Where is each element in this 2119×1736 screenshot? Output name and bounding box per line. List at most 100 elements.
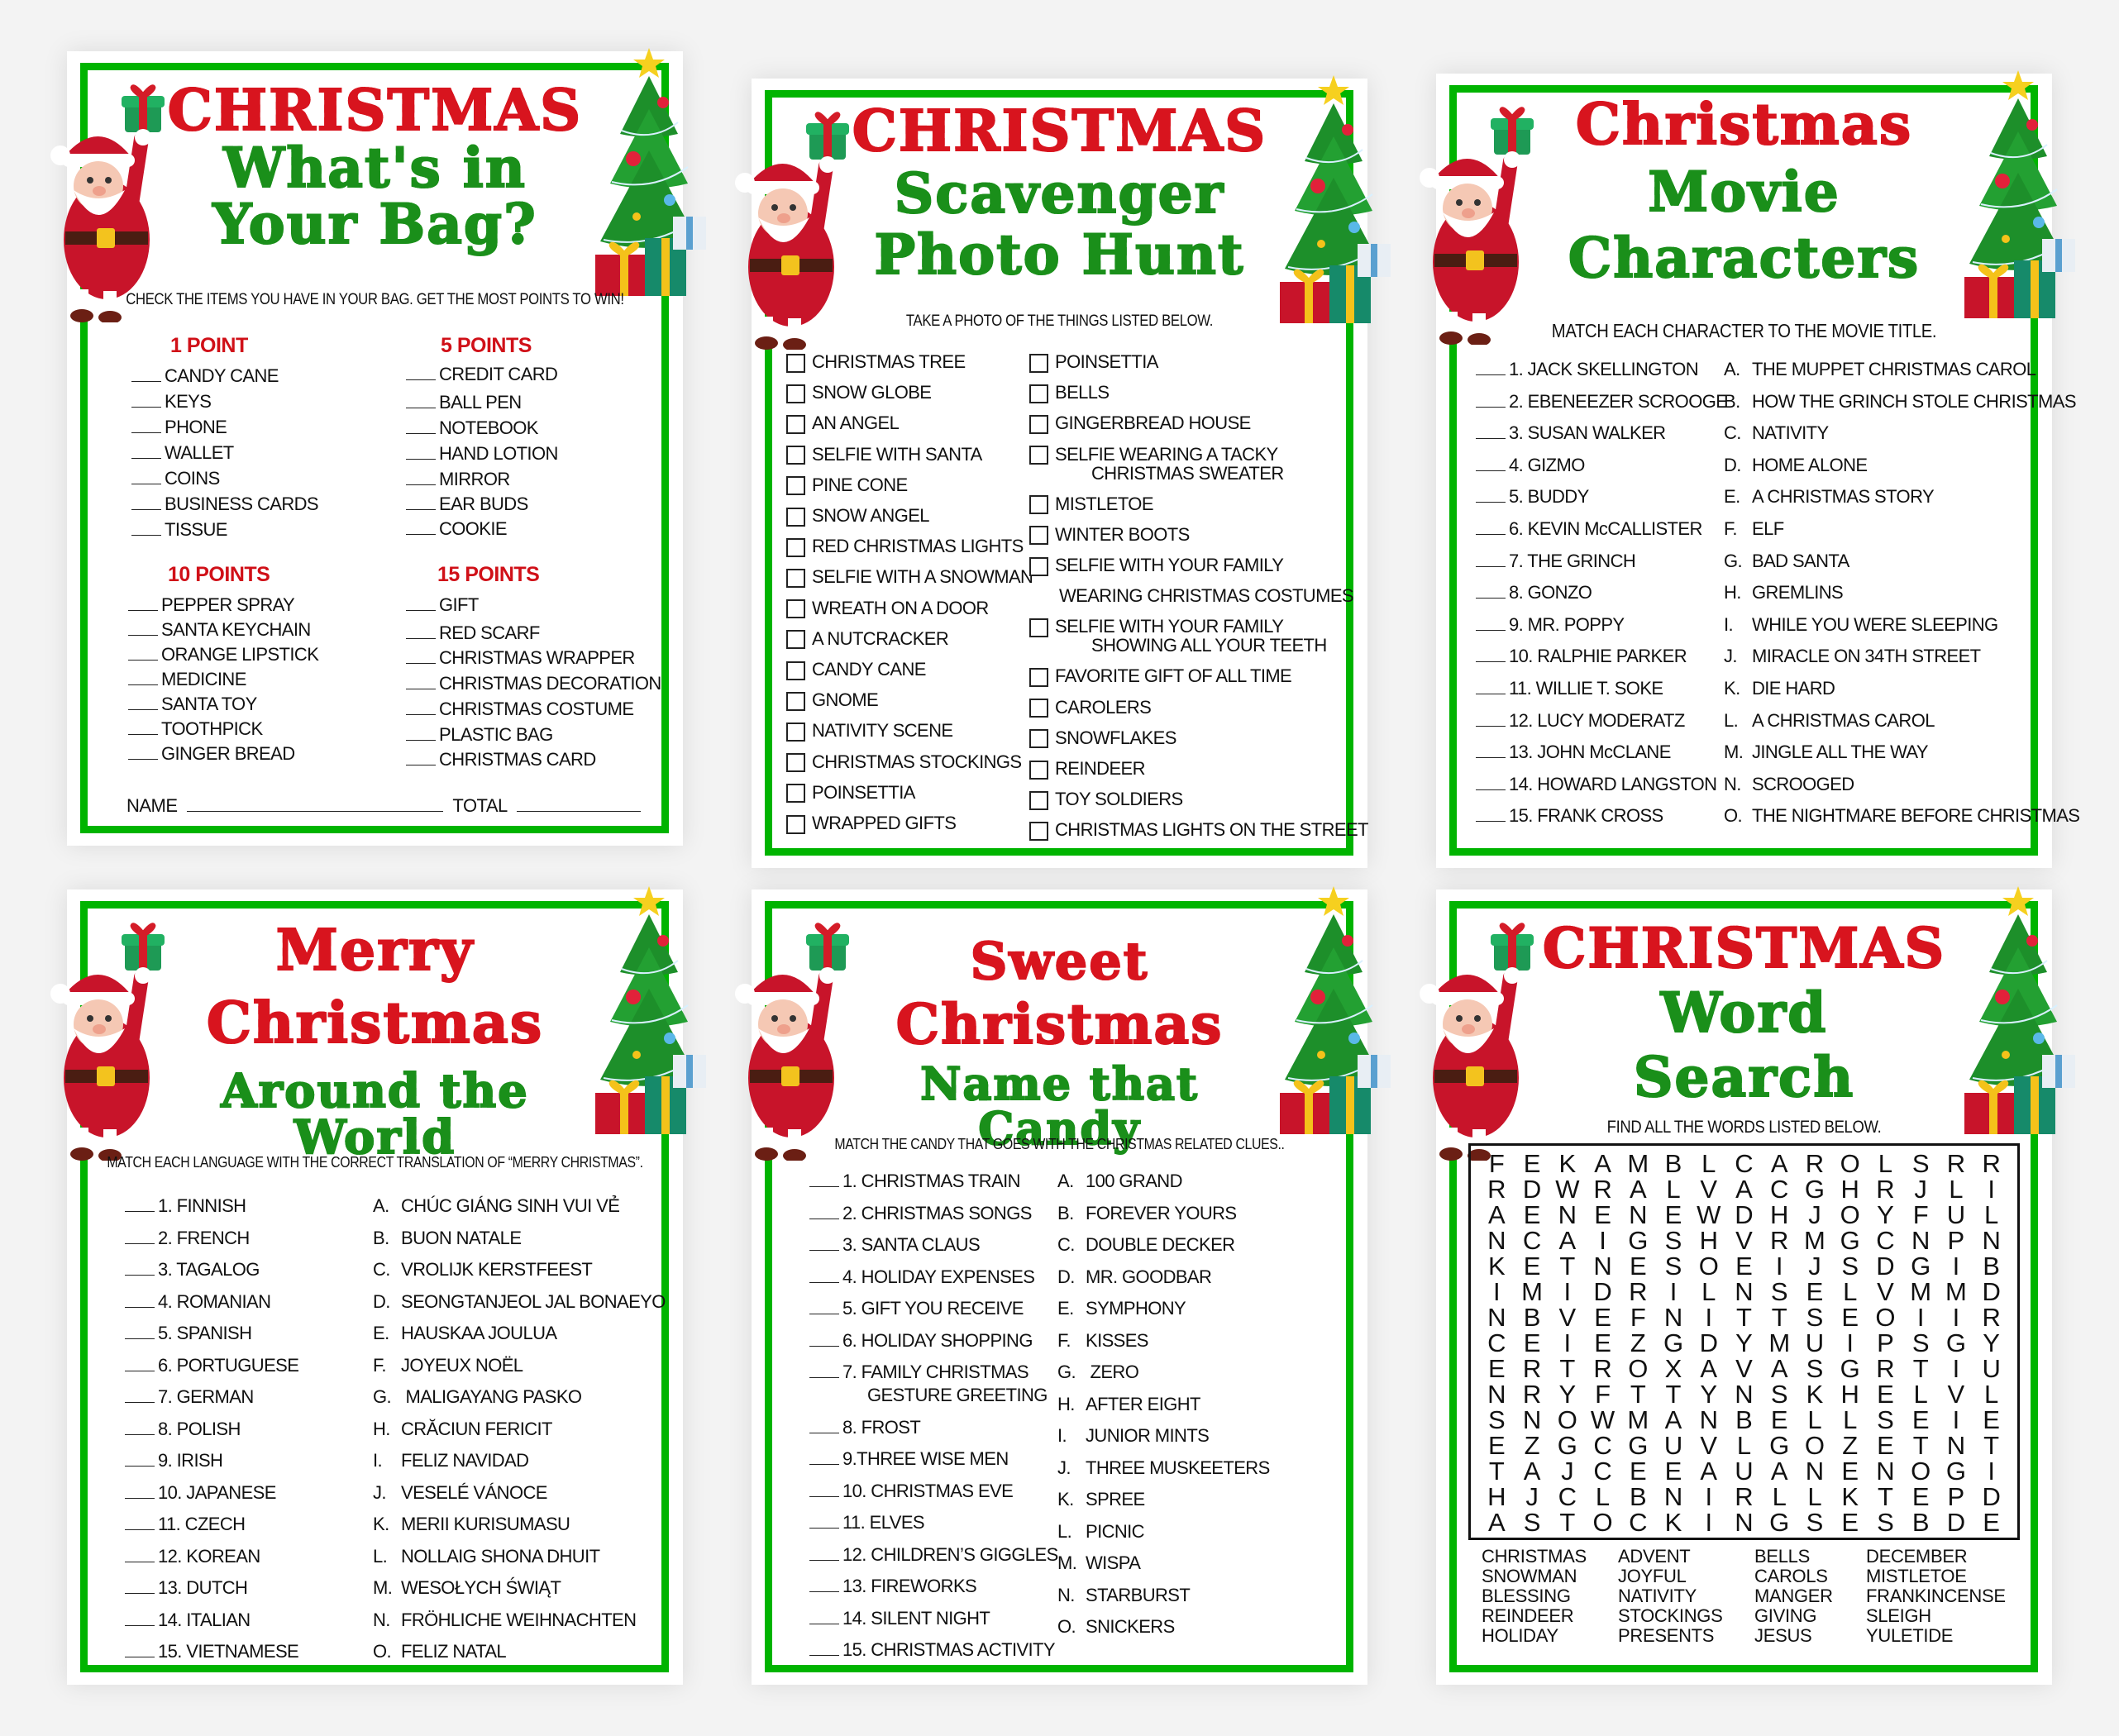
answer-blank[interactable] <box>809 1376 839 1378</box>
grid-letter[interactable]: A <box>1771 1356 1788 1381</box>
grid-letter[interactable]: V <box>1700 1176 1717 1202</box>
grid-letter[interactable]: N <box>1593 1253 1611 1279</box>
grid-letter[interactable]: R <box>1523 1356 1541 1381</box>
grid-letter[interactable]: L <box>1773 1484 1787 1509</box>
answer-blank[interactable] <box>131 432 161 433</box>
grid-letter[interactable]: V <box>1700 1433 1717 1458</box>
checkbox[interactable] <box>1029 415 1048 435</box>
answer-blank[interactable] <box>809 1345 839 1347</box>
grid-letter[interactable]: E <box>1594 1304 1611 1330</box>
grid-letter[interactable]: N <box>1487 1304 1506 1330</box>
grid-letter[interactable]: P <box>1948 1484 1965 1509</box>
grid-letter[interactable]: R <box>1982 1151 2000 1176</box>
answer-blank[interactable] <box>128 609 158 611</box>
grid-letter[interactable]: S <box>1877 1407 1894 1433</box>
grid-letter[interactable]: O <box>1805 1433 1825 1458</box>
grid-letter[interactable]: I <box>1988 1458 1995 1484</box>
grid-letter[interactable]: G <box>1840 1228 1860 1253</box>
grid-letter[interactable]: R <box>1593 1356 1611 1381</box>
grid-letter[interactable]: L <box>1596 1484 1610 1509</box>
grid-letter[interactable]: N <box>1735 1279 1753 1304</box>
grid-letter[interactable]: E <box>1912 1407 1930 1433</box>
grid-letter[interactable]: T <box>1983 1433 1999 1458</box>
answer-blank[interactable] <box>809 1281 839 1283</box>
answer-blank[interactable] <box>125 1656 155 1657</box>
checkbox[interactable] <box>1029 699 1048 718</box>
grid-letter[interactable]: G <box>1769 1433 1789 1458</box>
grid-letter[interactable]: N <box>1487 1381 1506 1407</box>
answer-blank[interactable] <box>131 508 161 510</box>
grid-letter[interactable]: E <box>1841 1304 1859 1330</box>
answer-blank[interactable] <box>1476 374 1506 375</box>
checkbox[interactable] <box>786 723 805 742</box>
checkbox[interactable] <box>786 537 805 557</box>
grid-letter[interactable]: E <box>1841 1509 1859 1535</box>
grid-letter[interactable]: I <box>1953 1407 1960 1433</box>
checkbox[interactable] <box>786 446 805 465</box>
grid-letter[interactable]: R <box>1487 1176 1506 1202</box>
grid-letter[interactable]: I <box>1670 1279 1678 1304</box>
grid-letter[interactable]: E <box>1665 1458 1682 1484</box>
grid-letter[interactable]: I <box>1776 1253 1783 1279</box>
answer-blank[interactable] <box>125 1529 155 1530</box>
grid-letter[interactable]: I <box>1564 1330 1572 1356</box>
answer-blank[interactable] <box>809 1495 839 1497</box>
grid-letter[interactable]: S <box>1877 1509 1894 1535</box>
grid-letter[interactable]: V <box>1558 1304 1576 1330</box>
grid-letter[interactable]: E <box>1594 1330 1611 1356</box>
grid-letter[interactable]: Z <box>1525 1433 1540 1458</box>
grid-letter[interactable]: H <box>1487 1484 1506 1509</box>
grid-letter[interactable]: E <box>1630 1458 1647 1484</box>
answer-blank[interactable] <box>128 733 158 735</box>
grid-letter[interactable]: X <box>1665 1356 1682 1381</box>
grid-letter[interactable]: U <box>1664 1433 1682 1458</box>
grid-letter[interactable]: L <box>1878 1151 1892 1176</box>
grid-letter[interactable]: C <box>1735 1151 1753 1176</box>
grid-letter[interactable]: A <box>1488 1509 1506 1535</box>
grid-letter[interactable]: R <box>1806 1151 1824 1176</box>
grid-letter[interactable]: C <box>1558 1484 1577 1509</box>
grid-letter[interactable]: G <box>1769 1509 1789 1535</box>
grid-letter[interactable]: T <box>1878 1484 1893 1509</box>
grid-letter[interactable]: F <box>1489 1151 1505 1176</box>
grid-letter[interactable]: I <box>1564 1279 1572 1304</box>
grid-letter[interactable]: J <box>1914 1176 1927 1202</box>
answer-blank[interactable] <box>406 508 436 510</box>
grid-letter[interactable]: D <box>1876 1253 1894 1279</box>
grid-letter[interactable]: A <box>1524 1458 1541 1484</box>
answer-blank[interactable] <box>128 758 158 760</box>
grid-letter[interactable]: S <box>1524 1509 1541 1535</box>
answer-blank[interactable] <box>1476 437 1506 440</box>
answer-blank[interactable] <box>131 380 161 382</box>
answer-blank[interactable] <box>809 1591 839 1592</box>
grid-letter[interactable]: W <box>1591 1407 1615 1433</box>
grid-letter[interactable]: L <box>1807 1407 1821 1433</box>
grid-letter[interactable]: W <box>1555 1176 1579 1202</box>
grid-letter[interactable]: R <box>1629 1279 1647 1304</box>
grid-letter[interactable]: G <box>1946 1330 1966 1356</box>
checkbox[interactable] <box>786 353 805 373</box>
grid-letter[interactable]: I <box>1493 1279 1501 1304</box>
answer-blank[interactable] <box>128 708 158 710</box>
grid-letter[interactable]: A <box>1488 1202 1506 1228</box>
grid-letter[interactable]: B <box>1912 1509 1930 1535</box>
grid-letter[interactable]: G <box>1946 1458 1966 1484</box>
answer-blank[interactable] <box>125 1592 155 1594</box>
answer-blank[interactable] <box>406 484 436 485</box>
grid-letter[interactable]: S <box>1806 1509 1824 1535</box>
answer-blank[interactable] <box>131 534 161 536</box>
answer-blank[interactable] <box>125 1433 155 1435</box>
grid-letter[interactable]: S <box>1665 1228 1682 1253</box>
grid-letter[interactable]: H <box>1841 1176 1859 1202</box>
answer-blank[interactable] <box>131 483 161 484</box>
grid-letter[interactable]: K <box>1558 1151 1576 1176</box>
grid-letter[interactable]: V <box>1735 1356 1753 1381</box>
checkbox[interactable] <box>1029 526 1048 546</box>
answer-blank[interactable] <box>125 1370 155 1371</box>
grid-letter[interactable]: S <box>1665 1253 1682 1279</box>
grid-letter[interactable]: A <box>1771 1151 1788 1176</box>
answer-blank[interactable] <box>1476 629 1506 631</box>
grid-letter[interactable]: H <box>1841 1381 1859 1407</box>
grid-letter[interactable]: N <box>1558 1202 1577 1228</box>
grid-letter[interactable]: Y <box>1700 1381 1717 1407</box>
